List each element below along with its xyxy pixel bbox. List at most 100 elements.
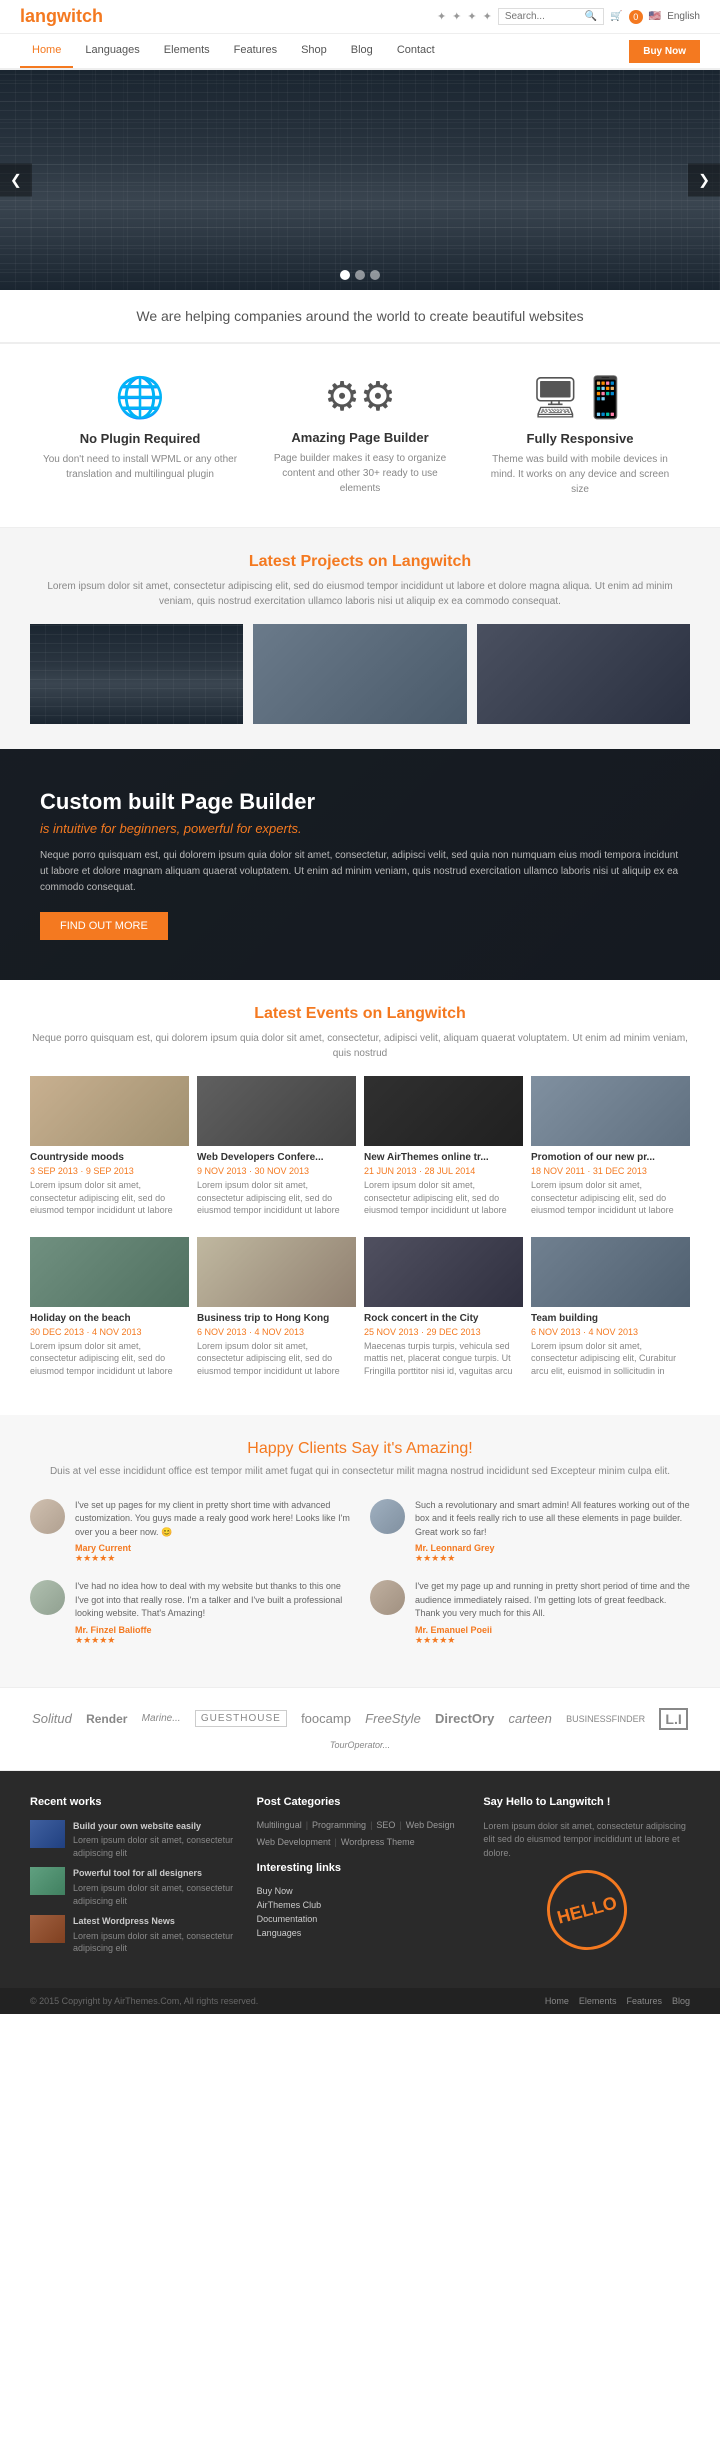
partner-marine[interactable]: Marine... bbox=[142, 1713, 181, 1724]
recent-work-thumb-2 bbox=[30, 1867, 65, 1895]
hero-prev-button[interactable]: ❮ bbox=[0, 164, 32, 197]
interesting-links-title: Interesting links bbox=[257, 1862, 464, 1874]
footer-nav-elements[interactable]: Elements bbox=[579, 1996, 617, 2006]
partner-foocamp[interactable]: foocamp bbox=[301, 1711, 351, 1726]
event-date-1: 3 SEP 2013 · 9 SEP 2013 bbox=[30, 1166, 189, 1176]
partner-freestyle[interactable]: FreeStyle bbox=[365, 1711, 421, 1726]
hero-dot-1[interactable] bbox=[340, 270, 350, 280]
hero-dot-2[interactable] bbox=[355, 270, 365, 280]
event-title-4: Promotion of our new pr... bbox=[531, 1152, 690, 1163]
cat-multilingual[interactable]: Multilingual bbox=[257, 1820, 302, 1830]
partner-render[interactable]: Render bbox=[86, 1712, 127, 1726]
nav-item-blog[interactable]: Blog bbox=[339, 34, 385, 68]
find-out-more-button[interactable]: FIND OUT MORE bbox=[40, 912, 168, 940]
event-image-7[interactable] bbox=[364, 1237, 523, 1307]
event-item-5: Holiday on the beach 30 DEC 2013 · 4 NOV… bbox=[30, 1237, 189, 1378]
footer-nav-features[interactable]: Features bbox=[626, 1996, 662, 2006]
event-image-8[interactable] bbox=[531, 1237, 690, 1307]
feature-desc-2: Page builder makes it easy to organize c… bbox=[261, 451, 459, 496]
project-item-2[interactable] bbox=[253, 624, 466, 724]
avatar-4 bbox=[370, 1580, 405, 1615]
buy-now-button[interactable]: Buy Now bbox=[629, 40, 700, 63]
hero-dot-3[interactable] bbox=[370, 270, 380, 280]
partner-touroperator[interactable]: TourOperator... bbox=[330, 1740, 390, 1750]
event-desc-5: Lorem ipsum dolor sit amet, consectetur … bbox=[30, 1340, 189, 1378]
social-pinterest-icon[interactable]: ✦ bbox=[452, 10, 461, 23]
partner-guesthouse[interactable]: GUESTHOUSE bbox=[195, 1710, 287, 1727]
feature-desc-1: You don't need to install WPML or any ot… bbox=[41, 452, 239, 482]
testimonial-content-4: I've get my page up and running in prett… bbox=[415, 1580, 690, 1646]
footer-nav-blog[interactable]: Blog bbox=[672, 1996, 690, 2006]
logo-prefix: lang bbox=[20, 6, 57, 26]
partner-directory[interactable]: DirectOry bbox=[435, 1711, 494, 1726]
partner-solitud[interactable]: Solitud bbox=[32, 1711, 72, 1726]
events-desc: Neque porro quisquam est, qui dolorem ip… bbox=[30, 1031, 690, 1061]
event-desc-1: Lorem ipsum dolor sit amet, consectetur … bbox=[30, 1179, 189, 1217]
social-twitter2-icon[interactable]: ✦ bbox=[467, 10, 476, 23]
recent-work-thumb-3 bbox=[30, 1915, 65, 1943]
features-row: 🌐 No Plugin Required You don't need to i… bbox=[0, 344, 720, 527]
feature-page-builder: ⚙⚙ Amazing Page Builder Page builder mak… bbox=[261, 374, 459, 497]
main-nav: Home Languages Elements Features Shop Bl… bbox=[0, 34, 720, 70]
event-date-5: 30 DEC 2013 · 4 NOV 2013 bbox=[30, 1327, 189, 1337]
cat-wordpress[interactable]: Wordpress Theme bbox=[341, 1837, 415, 1847]
footer-nav: Home Elements Features Blog bbox=[545, 1996, 690, 2006]
project-item-1[interactable] bbox=[30, 624, 243, 724]
event-image-6[interactable] bbox=[197, 1237, 356, 1307]
language-label[interactable]: English bbox=[667, 11, 700, 22]
testimonials-desc: Duis at vel esse incididunt office est t… bbox=[30, 1464, 690, 1479]
nav-item-contact[interactable]: Contact bbox=[385, 34, 447, 68]
categories-title: Post Categories bbox=[257, 1796, 464, 1808]
event-item-8: Team building 6 NOV 2013 · 4 NOV 2013 Lo… bbox=[531, 1237, 690, 1378]
footer-link-buy-now[interactable]: Buy Now bbox=[257, 1886, 464, 1896]
partner-businessfinder[interactable]: BUSINESSFINDER bbox=[566, 1714, 645, 1724]
footer-link-airthemes[interactable]: AirThemes Club bbox=[257, 1900, 464, 1910]
social-linkedin-icon[interactable]: ✦ bbox=[483, 10, 492, 23]
testimonials-title: Happy Clients Say it's Amazing! bbox=[30, 1440, 690, 1458]
event-image-4[interactable] bbox=[531, 1076, 690, 1146]
event-title-6: Business trip to Hong Kong bbox=[197, 1313, 356, 1324]
partner-carteen[interactable]: carteen bbox=[509, 1711, 552, 1726]
partner-li[interactable]: L.I bbox=[659, 1708, 687, 1730]
feature-title-3: Fully Responsive bbox=[481, 431, 679, 446]
projects-grid bbox=[30, 624, 690, 724]
hero-dots bbox=[340, 270, 380, 280]
footer-hello: Say Hello to Langwitch ! Lorem ipsum dol… bbox=[483, 1796, 690, 1963]
recent-work-thumb-1 bbox=[30, 1820, 65, 1848]
search-icon[interactable]: 🔍 bbox=[585, 11, 597, 22]
hello-desc: Lorem ipsum dolor sit amet, consectetur … bbox=[483, 1820, 690, 1861]
event-image-5[interactable] bbox=[30, 1237, 189, 1307]
hero-next-button[interactable]: ❯ bbox=[688, 164, 720, 197]
social-twitter-icon[interactable]: ✦ bbox=[437, 10, 446, 23]
search-input[interactable] bbox=[505, 11, 585, 22]
footer-link-languages[interactable]: Languages bbox=[257, 1928, 464, 1938]
event-image-1[interactable] bbox=[30, 1076, 189, 1146]
testimonial-1: I've set up pages for my client in prett… bbox=[30, 1499, 350, 1565]
cat-seo[interactable]: SEO bbox=[376, 1820, 395, 1830]
event-date-7: 25 NOV 2013 · 29 DEC 2013 bbox=[364, 1327, 523, 1337]
footer-link-documentation[interactable]: Documentation bbox=[257, 1914, 464, 1924]
logo[interactable]: langwitch bbox=[20, 6, 103, 27]
project-item-3[interactable] bbox=[477, 624, 690, 724]
footer: Recent works Build your own website easi… bbox=[0, 1771, 720, 1988]
search-box[interactable]: 🔍 bbox=[498, 8, 604, 25]
nav-item-shop[interactable]: Shop bbox=[289, 34, 339, 68]
cat-web-design[interactable]: Web Design bbox=[406, 1820, 455, 1830]
top-icons: ✦ ✦ ✦ ✦ 🔍 🛒 0 🇺🇸 English bbox=[437, 8, 700, 25]
nav-item-home[interactable]: Home bbox=[20, 34, 73, 68]
footer-bottom: © 2015 Copyright by AirThemes.Com, All r… bbox=[0, 1988, 720, 2014]
top-bar: langwitch ✦ ✦ ✦ ✦ 🔍 🛒 0 🇺🇸 English bbox=[0, 0, 720, 34]
event-image-2[interactable] bbox=[197, 1076, 356, 1146]
feature-title-2: Amazing Page Builder bbox=[261, 430, 459, 445]
event-title-2: Web Developers Confere... bbox=[197, 1152, 356, 1163]
cat-web-development[interactable]: Web Development bbox=[257, 1837, 331, 1847]
recent-work-title-3: Latest Wordpress News bbox=[73, 1915, 237, 1928]
nav-item-languages[interactable]: Languages bbox=[73, 34, 151, 68]
cart-icon[interactable]: 🛒 bbox=[610, 11, 622, 22]
feature-no-plugin: 🌐 No Plugin Required You don't need to i… bbox=[41, 374, 239, 497]
nav-item-features[interactable]: Features bbox=[222, 34, 289, 68]
nav-item-elements[interactable]: Elements bbox=[152, 34, 222, 68]
footer-nav-home[interactable]: Home bbox=[545, 1996, 569, 2006]
event-image-3[interactable] bbox=[364, 1076, 523, 1146]
cat-programming[interactable]: Programming bbox=[312, 1820, 366, 1830]
